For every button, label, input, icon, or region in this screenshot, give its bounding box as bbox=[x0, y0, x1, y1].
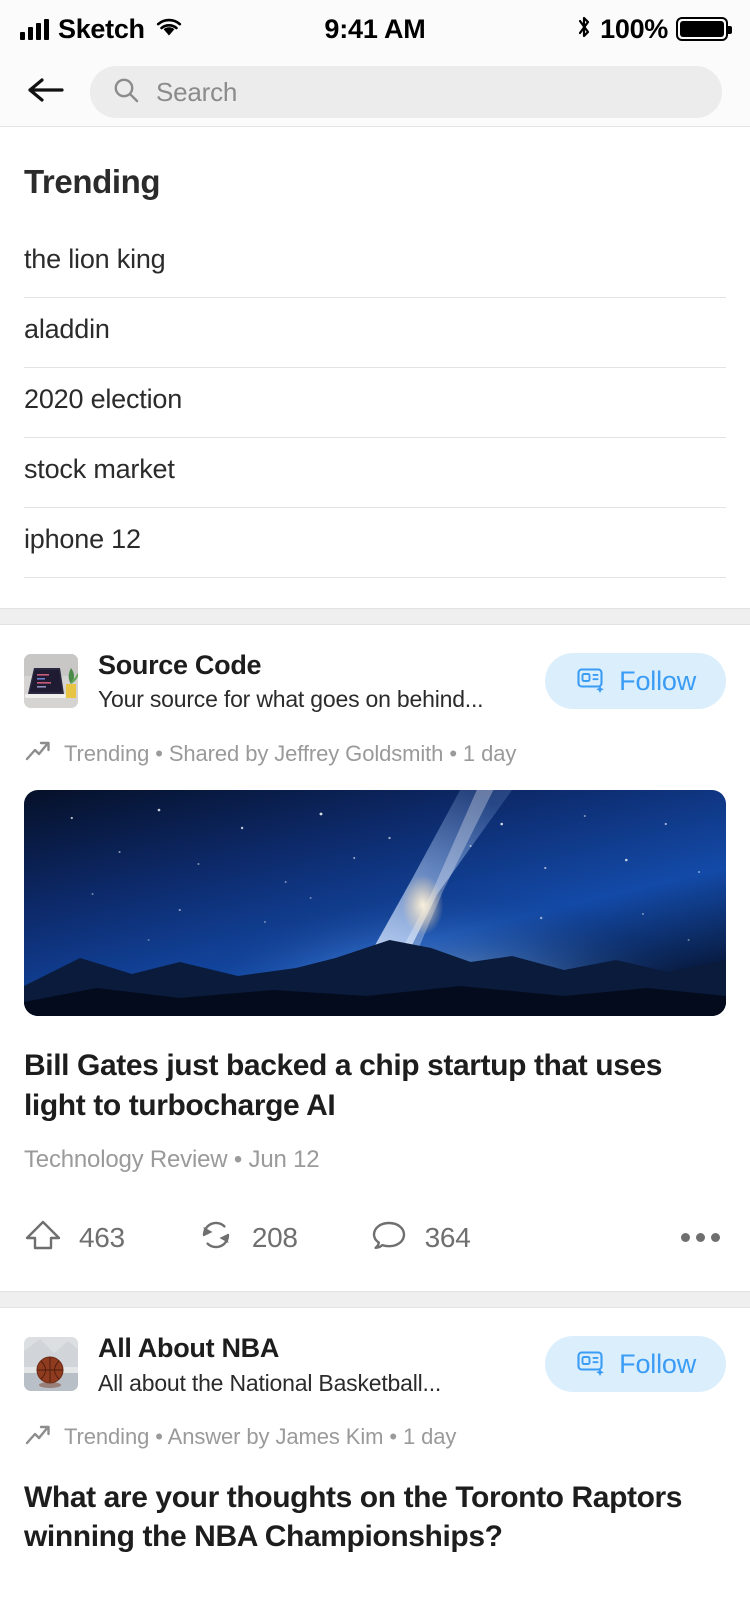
trending-item-3[interactable]: 2020 election bbox=[24, 368, 726, 438]
follow-button-2[interactable]: Follow bbox=[545, 1336, 726, 1393]
trending-arrow-icon bbox=[24, 1423, 52, 1452]
repost-icon bbox=[197, 1216, 235, 1259]
publication-name-2: All About NBA bbox=[98, 1333, 280, 1364]
comment-button[interactable]: 364 bbox=[370, 1216, 471, 1259]
repost-button[interactable]: 208 bbox=[197, 1216, 298, 1259]
wifi-icon bbox=[154, 16, 184, 43]
post-source: Technology Review • Jun 12 bbox=[24, 1146, 320, 1174]
question-title[interactable]: What are your thoughts on the Toronto Ra… bbox=[24, 1478, 726, 1558]
post-actions: 463 208 364 bbox=[24, 1216, 726, 1291]
follow-button[interactable]: Follow bbox=[545, 653, 726, 710]
context-label-2: Trending • Answer by James Kim • 1 day bbox=[64, 1424, 457, 1450]
more-options-icon[interactable] bbox=[675, 1223, 726, 1252]
feed-card-source-code[interactable]: Source Code Your source for what goes on… bbox=[0, 625, 750, 1292]
battery-full-icon bbox=[676, 17, 732, 41]
comment-count: 364 bbox=[424, 1221, 471, 1253]
publication-meta-2: All About NBA All about the National Bas… bbox=[98, 1332, 525, 1396]
repost-count: 208 bbox=[251, 1221, 298, 1253]
upvote-button[interactable]: 463 bbox=[24, 1216, 125, 1259]
trending-item-5[interactable]: iphone 12 bbox=[24, 508, 726, 578]
search-input[interactable]: Search bbox=[90, 66, 722, 118]
follow-button-label-2: Follow bbox=[619, 1348, 696, 1379]
publication-description-2: All about the National Basketball... bbox=[98, 1369, 442, 1396]
status-bar-right: 100% bbox=[576, 13, 732, 45]
bluetooth-icon bbox=[576, 14, 592, 45]
battery-percent-label: 100% bbox=[600, 13, 668, 44]
back-arrow-icon bbox=[26, 74, 66, 111]
card-header: Source Code Your source for what goes on… bbox=[24, 649, 726, 713]
milky-way-night-sky-photo[interactable] bbox=[24, 790, 726, 1017]
back-button[interactable] bbox=[24, 70, 68, 114]
context-label: Trending • Shared by Jeffrey Goldsmith •… bbox=[64, 740, 517, 766]
laptop-photo-avatar[interactable] bbox=[24, 654, 78, 709]
trending-arrow-icon bbox=[24, 739, 52, 768]
clock-label: 9:41 AM bbox=[324, 13, 426, 44]
status-bar: Sketch 9:41 AM 100% bbox=[0, 0, 750, 58]
section-separator bbox=[0, 608, 750, 625]
carrier-label: Sketch bbox=[58, 13, 145, 44]
trending-item-4[interactable]: stock market bbox=[24, 438, 726, 508]
publication-name: Source Code bbox=[98, 650, 262, 680]
search-icon bbox=[112, 76, 140, 109]
signal-bars-icon bbox=[20, 18, 49, 40]
trending-heading: Trending bbox=[24, 163, 161, 200]
context-row: Trending • Shared by Jeffrey Goldsmith •… bbox=[24, 739, 726, 768]
follow-button-label: Follow bbox=[619, 665, 696, 696]
trending-item-1[interactable]: the lion king bbox=[24, 228, 726, 298]
search-header: Search bbox=[0, 58, 750, 126]
basketball-photo-avatar[interactable] bbox=[24, 1337, 78, 1392]
card-header-2: All About NBA All about the National Bas… bbox=[24, 1332, 726, 1396]
upvote-count: 463 bbox=[79, 1221, 125, 1253]
upvote-arrow-icon bbox=[24, 1216, 62, 1259]
publication-description: Your source for what goes on behind... bbox=[98, 686, 484, 713]
comment-bubble-icon bbox=[370, 1216, 408, 1259]
status-bar-left: Sketch bbox=[20, 14, 184, 45]
search-placeholder-label: Search bbox=[156, 76, 238, 107]
publication-meta: Source Code Your source for what goes on… bbox=[98, 649, 525, 713]
trending-item-2[interactable]: aladdin bbox=[24, 298, 726, 368]
trending-section: Trending the lion king aladdin 2020 elec… bbox=[0, 127, 750, 608]
feed-card-all-about-nba[interactable]: All About NBA All about the National Bas… bbox=[0, 1308, 750, 1558]
news-card-add-icon bbox=[575, 1346, 607, 1383]
post-title[interactable]: Bill Gates just backed a chip startup th… bbox=[24, 1046, 726, 1126]
app-screen: Sketch 9:41 AM 100% Search Trending the … bbox=[0, 0, 750, 1624]
news-card-add-icon bbox=[575, 663, 607, 700]
context-row-2: Trending • Answer by James Kim • 1 day bbox=[24, 1423, 726, 1452]
section-separator-2 bbox=[0, 1291, 750, 1309]
